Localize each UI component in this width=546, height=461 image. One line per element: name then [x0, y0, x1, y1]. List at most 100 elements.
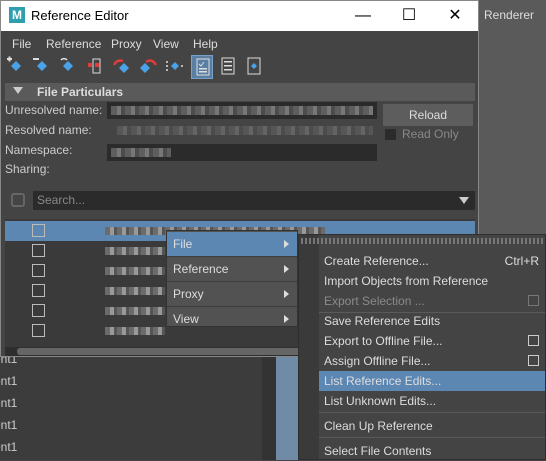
menu-bar: File Reference Proxy View Help: [1, 35, 478, 53]
redacted-text: [105, 247, 165, 255]
import-icon[interactable]: [111, 55, 133, 79]
option-box-icon[interactable]: [528, 355, 539, 366]
reference-checkbox[interactable]: [32, 224, 45, 237]
submenu-arrow-icon: [284, 240, 289, 248]
menu-item-create-reference[interactable]: Create Reference... Ctrl+R: [319, 251, 545, 271]
menu-separator: [319, 412, 545, 413]
shortcut-label: Ctrl+R: [504, 254, 539, 268]
search-field[interactable]: Search...: [33, 191, 475, 210]
reference-checkbox[interactable]: [32, 244, 45, 257]
context-menu-item-file[interactable]: File: [167, 232, 297, 256]
close-button[interactable]: ✕: [432, 1, 478, 31]
reference-checkbox[interactable]: [32, 284, 45, 297]
maya-app-icon: M: [9, 7, 25, 23]
menu-item-label: View: [173, 312, 199, 326]
resolved-name-label: Resolved name:: [5, 123, 92, 137]
redacted-text: [111, 148, 171, 157]
menu-item-label: Proxy: [173, 287, 204, 301]
menu-item-save-reference-edits[interactable]: Save Reference Edits: [319, 311, 545, 331]
read-only-label: Read Only: [402, 127, 459, 141]
menu-view[interactable]: View: [153, 37, 179, 51]
list-edits-icon[interactable]: [191, 55, 213, 79]
background-outliner: ent1 ent1 ent1 ent1 ent1: [0, 350, 270, 460]
menu-item-label: List Unknown Edits...: [324, 394, 437, 408]
collapse-arrow-icon[interactable]: [13, 87, 23, 94]
menu-item-label: List Reference Edits...: [324, 374, 442, 388]
outliner-item[interactable]: ent1: [0, 440, 17, 454]
menu-item-list-reference-edits[interactable]: List Reference Edits...: [319, 371, 545, 391]
redacted-text: [105, 287, 165, 295]
redacted-text: [111, 106, 373, 115]
window-title: Reference Editor: [31, 8, 129, 23]
menu-file[interactable]: File: [12, 37, 31, 51]
file-submenu: Create Reference... Ctrl+R Import Objects…: [298, 234, 546, 460]
reference-checkbox[interactable]: [32, 264, 45, 277]
background-divider: [262, 350, 276, 460]
read-only-checkbox[interactable]: [385, 129, 396, 140]
context-menu: File Reference Proxy View: [166, 230, 298, 327]
namespace-label: Namespace:: [5, 143, 73, 157]
remove-reference-icon[interactable]: [31, 55, 53, 79]
renderer-label: Renderer: [484, 8, 535, 22]
file-particulars-header[interactable]: File Particulars: [5, 83, 475, 101]
submenu-arrow-icon: [284, 265, 289, 273]
namespace-field[interactable]: [107, 144, 377, 161]
tear-off-handle[interactable]: [301, 238, 545, 244]
title-bar[interactable]: M Reference Editor — ☐ ✕: [1, 1, 478, 31]
search-placeholder: Search...: [37, 193, 86, 207]
menu-item-clean-up-reference[interactable]: Clean Up Reference: [319, 416, 545, 436]
option-box-icon[interactable]: [528, 295, 539, 306]
unresolved-name-field[interactable]: [107, 102, 377, 119]
menu-item-label: Clean Up Reference: [324, 419, 433, 433]
minimize-button[interactable]: —: [340, 1, 386, 31]
context-menu-item-view[interactable]: View: [167, 307, 297, 326]
filter-icon[interactable]: [11, 193, 25, 207]
outliner-item[interactable]: ent1: [0, 396, 17, 410]
unresolved-name-label: Unresolved name:: [5, 103, 103, 117]
option-box-icon[interactable]: [528, 335, 539, 346]
unload-reference-icon[interactable]: [85, 55, 107, 79]
redacted-text: [105, 267, 165, 275]
submenu-arrow-icon: [284, 290, 289, 298]
create-reference-icon[interactable]: [5, 55, 27, 79]
menu-item-export-selection[interactable]: Export Selection ...: [319, 291, 545, 311]
outliner-item[interactable]: ent1: [0, 418, 17, 432]
reload-reference-icon[interactable]: [57, 55, 79, 79]
menu-item-list-unknown-edits[interactable]: List Unknown Edits...: [319, 391, 545, 411]
menu-item-label: Reference: [173, 262, 229, 276]
menu-reference[interactable]: Reference: [46, 37, 101, 51]
outliner-item[interactable]: ent1: [0, 374, 17, 388]
maximize-button[interactable]: ☐: [386, 1, 432, 31]
redacted-text: [117, 126, 373, 135]
menu-item-label: Assign Offline File...: [324, 354, 431, 368]
menu-item-label: Import Objects from Reference: [324, 274, 489, 288]
menu-item-label: Export Selection ...: [324, 294, 425, 308]
reload-button[interactable]: Reload: [383, 104, 473, 126]
export-icon[interactable]: [137, 55, 159, 79]
select-contents-icon[interactable]: [163, 55, 185, 79]
file-particulars-title: File Particulars: [37, 85, 124, 99]
menu-gutter: [299, 235, 319, 459]
toolbar: [5, 55, 475, 81]
reference-checkbox[interactable]: [32, 304, 45, 317]
sharing-label: Sharing:: [5, 162, 50, 176]
reference-checkbox[interactable]: [32, 324, 45, 337]
menu-proxy[interactable]: Proxy: [111, 37, 142, 51]
submenu-arrow-icon: [284, 315, 289, 323]
menu-item-label: File: [173, 237, 193, 251]
menu-item-label: Save Reference Edits: [324, 314, 441, 328]
menu-item-assign-offline[interactable]: Assign Offline File...: [319, 351, 545, 371]
menu-help[interactable]: Help: [193, 37, 218, 51]
menu-item-label: Create Reference...: [324, 254, 429, 268]
file-icon[interactable]: [243, 55, 265, 79]
menu-item-label: Export to Offline File...: [324, 334, 443, 348]
menu-item-select-file-contents[interactable]: Select File Contents: [319, 441, 545, 461]
menu-item-label: Select File Contents: [324, 444, 432, 458]
list-icon[interactable]: [217, 55, 239, 79]
context-menu-item-reference[interactable]: Reference: [167, 257, 297, 281]
menu-item-import-objects[interactable]: Import Objects from Reference: [319, 271, 545, 291]
context-menu-item-proxy[interactable]: Proxy: [167, 282, 297, 306]
menu-item-export-offline[interactable]: Export to Offline File...: [319, 331, 545, 351]
menu-separator: [319, 437, 545, 438]
chevron-down-icon[interactable]: [459, 197, 469, 204]
